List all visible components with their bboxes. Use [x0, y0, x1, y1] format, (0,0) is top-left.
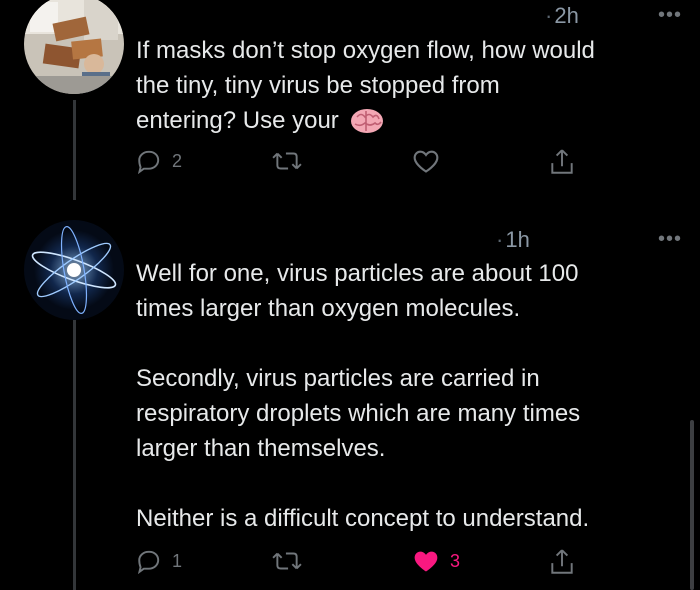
- retweet-icon: [272, 152, 302, 170]
- thread-line: [73, 100, 76, 200]
- tweet-line: If masks don’t stop oxygen flow, how wou…: [136, 37, 595, 64]
- share-icon: [551, 549, 573, 574]
- tweet-line: Neither is a difficult concept to unders…: [136, 505, 590, 532]
- like-button[interactable]: [412, 148, 440, 174]
- reply-count: 1: [172, 550, 183, 571]
- reply-icon: [137, 550, 160, 574]
- tweet-line-text: entering? Use your: [136, 107, 339, 134]
- tweet-line: larger than themselves.: [136, 435, 386, 462]
- reply-button[interactable]: 1: [136, 548, 182, 574]
- reply-icon: [137, 150, 160, 174]
- retweet-icon: [272, 552, 302, 570]
- share-button[interactable]: [549, 148, 575, 176]
- like-count: 3: [450, 550, 461, 571]
- like-button[interactable]: 3: [412, 548, 460, 574]
- tweet-text: If masks don’t stop oxygen flow, how wou…: [136, 33, 676, 138]
- more-options-icon[interactable]: •••: [658, 4, 682, 27]
- retweet-button[interactable]: [272, 548, 302, 574]
- more-options-icon[interactable]: •••: [658, 228, 682, 251]
- reply-button[interactable]: 2: [136, 148, 182, 174]
- heart-filled-icon: [414, 551, 438, 572]
- tweet-1: ·2h ••• If masks don’t stop oxygen flow,…: [0, 0, 700, 200]
- tweet-2: ·1h ••• Well for one, virus particles ar…: [0, 200, 700, 590]
- retweet-button[interactable]: [272, 148, 302, 174]
- share-button[interactable]: [549, 548, 575, 576]
- tweet-line: respiratory droplets which are many time…: [136, 400, 581, 427]
- tweet-text: Well for one, virus particles are about …: [136, 256, 676, 536]
- share-icon: [551, 149, 573, 174]
- tweet-time: ·2h: [545, 3, 579, 28]
- thread-line: [73, 320, 76, 590]
- reply-count: 2: [172, 150, 183, 171]
- scrollbar[interactable]: [690, 420, 694, 590]
- tweet-actions: 2: [136, 148, 596, 182]
- tweet-actions: 1 3: [136, 548, 596, 582]
- tweet-line: the tiny, tiny virus be stopped from: [136, 72, 500, 99]
- tweet-line: entering? Use your: [136, 103, 676, 138]
- brain-emoji-icon: [350, 108, 383, 133]
- tweet-line: Well for one, virus particles are about …: [136, 260, 579, 287]
- heart-icon: [413, 150, 439, 173]
- tweet-line: Secondly, virus particles are carried in: [136, 365, 540, 392]
- avatar-atom[interactable]: [24, 220, 124, 320]
- tweet-line: times larger than oxygen molecules.: [136, 295, 521, 322]
- tweet-time: ·1h: [496, 227, 530, 252]
- avatar-boxes[interactable]: [24, 0, 124, 94]
